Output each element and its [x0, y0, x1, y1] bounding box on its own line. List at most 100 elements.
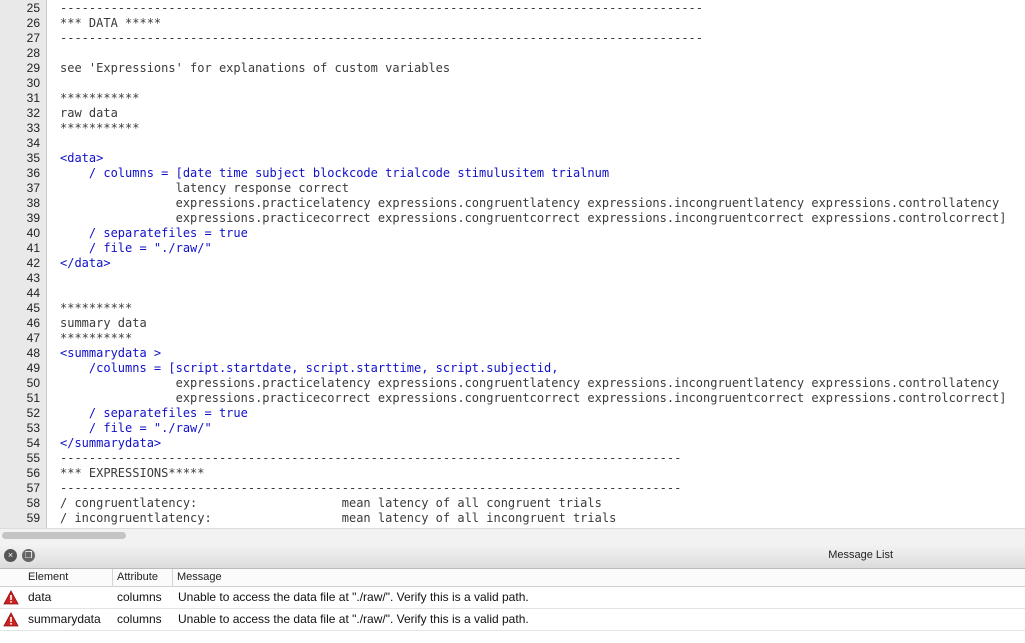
message-element: data — [28, 590, 52, 604]
code-line[interactable]: 44 — [0, 286, 1025, 301]
code-text: expressions.practicecorrect expressions.… — [60, 391, 1007, 405]
code-line[interactable]: 43 — [0, 271, 1025, 286]
code-text: <summarydata > — [60, 346, 162, 360]
code-line[interactable]: 58 / congruentlatency: mean latency of al… — [0, 496, 1025, 511]
message-element: summarydata — [28, 612, 101, 626]
message-text: Unable to access the data file at "./raw… — [178, 590, 529, 604]
code-line[interactable]: 41 / file = "./raw/" — [0, 241, 1025, 256]
code-line[interactable]: 54 </summarydata> — [0, 436, 1025, 451]
code-line[interactable]: 38 expressions.practicelatency expressio… — [0, 196, 1025, 211]
restore-icon[interactable]: ❐ — [22, 549, 35, 562]
code-line[interactable]: 49 /columns = [script.startdate, script.… — [0, 361, 1025, 376]
code-line[interactable]: 57 --------------------------------------… — [0, 481, 1025, 496]
code-line[interactable]: 47 ********** — [0, 331, 1025, 346]
code-line[interactable]: 27 --------------------------------------… — [0, 31, 1025, 46]
code-line[interactable]: 34 — [0, 136, 1025, 151]
line-number: 48 — [26, 346, 40, 360]
line-number: 44 — [26, 286, 40, 300]
scrollbar-thumb[interactable] — [2, 532, 126, 539]
line-number: 51 — [26, 391, 40, 405]
code-line[interactable]: 37 latency response correct — [0, 181, 1025, 196]
line-number: 38 — [26, 196, 40, 210]
message-attribute: columns — [117, 612, 162, 626]
column-header-message[interactable]: Message — [173, 569, 1023, 586]
message-list-panel: × ❐ Message List Element Attribute Messa… — [0, 543, 1025, 643]
line-number: 41 — [26, 241, 40, 255]
code-line[interactable]: 48 <summarydata > — [0, 346, 1025, 361]
column-header-attribute[interactable]: Attribute — [113, 569, 173, 586]
line-number: 31 — [26, 91, 40, 105]
code-line[interactable]: 32 raw data — [0, 106, 1025, 121]
line-number: 30 — [26, 76, 40, 90]
code-text: / file = "./raw/" — [60, 421, 212, 435]
code-text: </data> — [60, 256, 111, 270]
code-line[interactable]: 52 / separatefiles = true — [0, 406, 1025, 421]
code-text: expressions.practicelatency expressions.… — [60, 196, 1000, 210]
line-number: 37 — [26, 181, 40, 195]
line-number: 39 — [26, 211, 40, 225]
code-text: see 'Expressions' for explanations of cu… — [60, 61, 451, 75]
code-line[interactable]: 45 ********** — [0, 301, 1025, 316]
code-line[interactable]: 40 / separatefiles = true — [0, 226, 1025, 241]
code-line[interactable]: 56 *** EXPRESSIONS***** — [0, 466, 1025, 481]
line-number: 43 — [26, 271, 40, 285]
horizontal-scrollbar[interactable] — [0, 528, 1025, 543]
line-number: 27 — [26, 31, 40, 45]
line-number: 45 — [26, 301, 40, 315]
line-number: 25 — [26, 1, 40, 15]
code-line[interactable]: 55 --------------------------------------… — [0, 451, 1025, 466]
line-number: 59 — [26, 511, 40, 525]
code-line[interactable]: 39 expressions.practicecorrect expressio… — [0, 211, 1025, 226]
line-number: 49 — [26, 361, 40, 375]
code-line[interactable]: 51 expressions.practicecorrect expressio… — [0, 391, 1025, 406]
code-line[interactable]: 42 </data> — [0, 256, 1025, 271]
code-line[interactable]: 26 *** DATA ***** — [0, 16, 1025, 31]
code-text: / file = "./raw/" — [60, 241, 212, 255]
code-line[interactable]: 33 *********** — [0, 121, 1025, 136]
code-line[interactable]: 50 expressions.practicelatency expressio… — [0, 376, 1025, 391]
code-text: *** EXPRESSIONS***** — [60, 466, 205, 480]
code-text: expressions.practicecorrect expressions.… — [60, 211, 1007, 225]
code-text: / columns = [date time subject blockcode… — [60, 166, 610, 180]
message-row[interactable]: data columns Unable to access the data f… — [0, 587, 1025, 609]
code-text: ----------------------------------------… — [60, 451, 682, 465]
code-text: *********** — [60, 91, 140, 105]
line-number: 42 — [26, 256, 40, 270]
code-text: *********** — [60, 121, 140, 135]
line-number: 29 — [26, 61, 40, 75]
line-number: 58 — [26, 496, 40, 510]
code-line[interactable]: 53 / file = "./raw/" — [0, 421, 1025, 436]
panel-title: Message List — [828, 549, 893, 561]
message-text: Unable to access the data file at "./raw… — [178, 612, 529, 626]
code-line[interactable]: 59 / incongruentlatency: mean latency of … — [0, 511, 1025, 526]
code-text: ----------------------------------------… — [60, 1, 703, 15]
code-line[interactable]: 35 <data> — [0, 151, 1025, 166]
close-icon[interactable]: × — [4, 549, 17, 562]
line-number: 28 — [26, 46, 40, 60]
message-row[interactable]: summarydata columns Unable to access the… — [0, 609, 1025, 631]
line-number: 40 — [26, 226, 40, 240]
line-number: 55 — [26, 451, 40, 465]
line-number: 54 — [26, 436, 40, 450]
script-editor[interactable]: 25 --------------------------------------… — [0, 0, 1025, 528]
code-line[interactable]: 30 — [0, 76, 1025, 91]
code-line[interactable]: 28 — [0, 46, 1025, 61]
code-text: /columns = [script.startdate, script.sta… — [60, 361, 559, 375]
code-text: expressions.practicelatency expressions.… — [60, 376, 1000, 390]
panel-title-bar: × ❐ Message List — [0, 543, 1025, 569]
code-line[interactable]: 31 *********** — [0, 91, 1025, 106]
line-number: 36 — [26, 166, 40, 180]
code-line[interactable]: 25 --------------------------------------… — [0, 1, 1025, 16]
code-text: </summarydata> — [60, 436, 162, 450]
code-line[interactable]: 46 summary data — [0, 316, 1025, 331]
line-number: 33 — [26, 121, 40, 135]
code-text: / separatefiles = true — [60, 226, 248, 240]
code-text: / congruentlatency: mean latency of all … — [60, 496, 602, 510]
code-text: / separatefiles = true — [60, 406, 248, 420]
code-text: summary data — [60, 316, 147, 330]
column-header-element[interactable]: Element — [24, 569, 113, 586]
code-line[interactable]: 29 see 'Expressions' for explanations of … — [0, 61, 1025, 76]
code-text: raw data — [60, 106, 118, 120]
code-line[interactable]: 36 / columns = [date time subject blockc… — [0, 166, 1025, 181]
code-text: *** DATA ***** — [60, 16, 162, 30]
